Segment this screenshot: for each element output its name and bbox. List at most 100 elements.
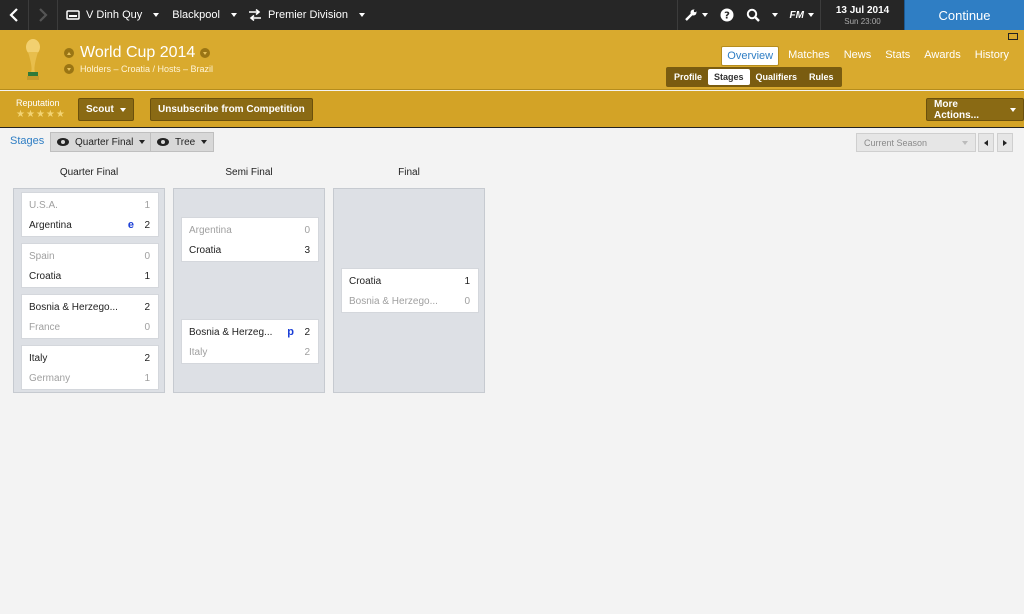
- team-row[interactable]: Croatia 1: [349, 271, 470, 291]
- tab-stats[interactable]: Stats: [880, 46, 915, 66]
- continue-button[interactable]: Continue: [904, 0, 1024, 30]
- team-row[interactable]: Italy 2: [189, 342, 310, 362]
- team-score: 1: [144, 199, 150, 211]
- star-icon: ★: [25, 109, 35, 120]
- search-dropdown[interactable]: [766, 0, 784, 30]
- team-name[interactable]: Bosnia & Herzego...: [349, 296, 460, 307]
- back-arrow-icon: [9, 8, 18, 22]
- view-filter-button[interactable]: Tree: [150, 132, 215, 152]
- team-row[interactable]: Italy 2: [29, 348, 150, 368]
- team-score: 2: [304, 346, 310, 358]
- team-row[interactable]: France 0: [29, 317, 150, 337]
- more-actions-button[interactable]: More Actions...: [926, 98, 1024, 121]
- stage-title-semi-final: Semi Final: [225, 167, 273, 178]
- team-score: 0: [304, 224, 310, 236]
- chevron-down-icon: [119, 107, 126, 112]
- previous-competition-button[interactable]: [64, 48, 74, 58]
- result-marker: e: [127, 219, 134, 231]
- team-row[interactable]: Argentina e 2: [29, 215, 150, 235]
- manager-dropdown[interactable]: [148, 0, 164, 30]
- team-row[interactable]: Bosnia & Herzego... 2: [29, 297, 150, 317]
- team-score: 1: [464, 275, 470, 287]
- stage-column-final: Croatia 1 Bosnia & Herzego... 0: [333, 188, 485, 393]
- team-name[interactable]: Argentina: [189, 225, 300, 236]
- chevron-down-icon: [808, 13, 814, 17]
- tab-history[interactable]: History: [970, 46, 1014, 66]
- team-score: 1: [144, 372, 150, 384]
- arrow-right-icon: [1003, 139, 1007, 146]
- team-row[interactable]: Croatia 3: [189, 240, 310, 260]
- match-card[interactable]: Bosnia & Herzeg... p 2 Italy 2: [181, 319, 319, 364]
- next-competition-button[interactable]: [64, 64, 74, 74]
- league-menu[interactable]: Premier Division: [242, 0, 354, 30]
- team-name[interactable]: Germany: [29, 373, 140, 384]
- match-card[interactable]: Croatia 1 Bosnia & Herzego... 0: [341, 268, 479, 313]
- back-button[interactable]: [0, 0, 28, 30]
- club-menu[interactable]: Blackpool: [164, 0, 226, 30]
- action-bar: Reputation ★ ★ ★ ★ ★ Scout Unsubscribe f…: [0, 91, 1024, 128]
- tab-matches[interactable]: Matches: [783, 46, 835, 66]
- team-row[interactable]: Germany 1: [29, 368, 150, 388]
- stage-column-quarter-final: U.S.A. 1 Argentina e 2 Spain 0 Croatia 1 Bosnia &…: [13, 188, 165, 393]
- breadcrumb-stages[interactable]: Stages: [10, 135, 44, 147]
- competition-header: World Cup 2014 Holders – Croatia / Hosts…: [0, 30, 1024, 90]
- forward-button[interactable]: [29, 0, 57, 30]
- season-select[interactable]: Current Season: [856, 133, 976, 152]
- scout-button[interactable]: Scout: [78, 98, 134, 121]
- unsubscribe-button[interactable]: Unsubscribe from Competition: [150, 98, 313, 121]
- team-score: 2: [144, 352, 150, 364]
- view-filter-label: Tree: [175, 136, 196, 148]
- team-name[interactable]: Argentina: [29, 220, 128, 231]
- help-icon: ?: [720, 8, 734, 22]
- team-score: 1: [144, 270, 150, 282]
- competition-dropdown[interactable]: [200, 48, 211, 58]
- team-row[interactable]: Bosnia & Herzego... 0: [349, 291, 470, 311]
- tab-overview[interactable]: Overview: [721, 46, 780, 66]
- team-row[interactable]: Bosnia & Herzeg... p 2: [189, 322, 310, 342]
- stage-filter-button[interactable]: Quarter Final: [50, 132, 153, 152]
- fm-menu[interactable]: FM: [784, 0, 820, 30]
- scout-label: Scout: [86, 104, 114, 115]
- club-dropdown[interactable]: [226, 0, 242, 30]
- minimize-icon[interactable]: [1008, 33, 1018, 40]
- team-row[interactable]: Croatia 1: [29, 266, 150, 286]
- match-card[interactable]: Argentina 0 Croatia 3: [181, 217, 319, 262]
- match-card[interactable]: Bosnia & Herzego... 2 France 0: [21, 294, 159, 339]
- subtab-stages[interactable]: Stages: [708, 69, 750, 85]
- next-season-button[interactable]: [997, 133, 1013, 152]
- team-name[interactable]: Croatia: [29, 271, 140, 282]
- league-dropdown[interactable]: [354, 0, 370, 30]
- date-text: 13 Jul 2014: [835, 4, 890, 16]
- topbar-right: ? FM 13 Jul 2014 Sun 23:00 Continue: [676, 0, 1024, 30]
- help-button[interactable]: ?: [714, 0, 740, 30]
- team-name[interactable]: U.S.A.: [29, 200, 140, 211]
- game-date[interactable]: 13 Jul 2014 Sun 23:00: [820, 0, 904, 30]
- team-name[interactable]: Croatia: [189, 245, 300, 256]
- manager-card-icon: [66, 10, 80, 20]
- team-row[interactable]: Spain 0: [29, 246, 150, 266]
- subtab-profile[interactable]: Profile: [668, 69, 708, 85]
- subtab-rules[interactable]: Rules: [803, 69, 840, 85]
- subtab-qualifiers[interactable]: Qualifiers: [750, 69, 804, 85]
- team-row[interactable]: U.S.A. 1: [29, 195, 150, 215]
- previous-season-button[interactable]: [978, 133, 994, 152]
- tools-button[interactable]: [678, 0, 714, 30]
- stage-title-final: Final: [398, 167, 420, 178]
- team-name[interactable]: Spain: [29, 251, 140, 262]
- search-button[interactable]: [740, 0, 766, 30]
- tab-awards[interactable]: Awards: [919, 46, 965, 66]
- team-name[interactable]: Croatia: [349, 276, 460, 287]
- match-card[interactable]: Italy 2 Germany 1: [21, 345, 159, 390]
- match-card[interactable]: Spain 0 Croatia 1: [21, 243, 159, 288]
- match-card[interactable]: U.S.A. 1 Argentina e 2: [21, 192, 159, 237]
- team-row[interactable]: Argentina 0: [189, 220, 310, 240]
- manager-menu[interactable]: V Dinh Quy: [58, 0, 148, 30]
- stages-panel: Stages Quarter Final Tree Current Season…: [0, 129, 1024, 614]
- team-name[interactable]: Bosnia & Herzego...: [29, 302, 140, 313]
- team-name[interactable]: Italy: [29, 353, 140, 364]
- tab-news[interactable]: News: [839, 46, 877, 66]
- team-name[interactable]: Italy: [189, 347, 300, 358]
- team-score: 2: [144, 219, 150, 231]
- team-name[interactable]: Bosnia & Herzeg...: [189, 327, 287, 338]
- team-name[interactable]: France: [29, 322, 140, 333]
